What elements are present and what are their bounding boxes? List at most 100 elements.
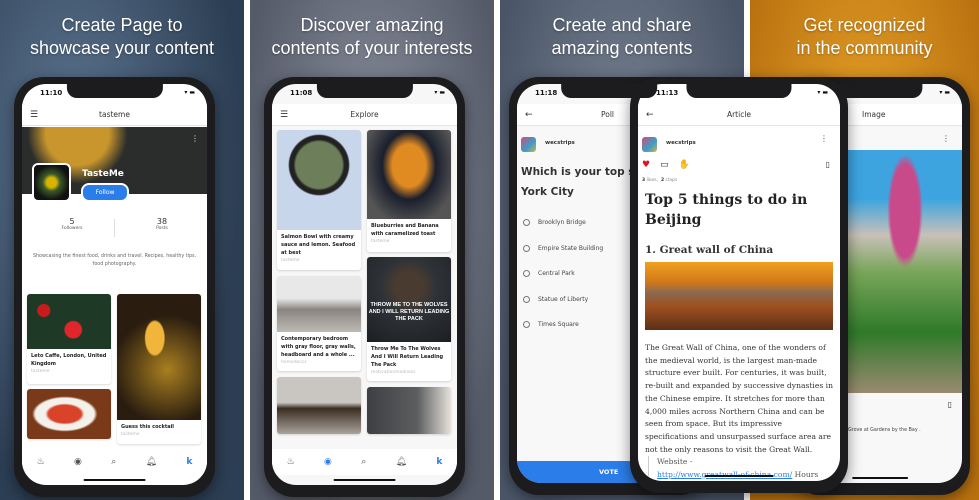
image-caption: Grove at Gardens by the Bay .	[848, 428, 921, 433]
page-title: Poll	[601, 110, 615, 119]
post-card[interactable]	[367, 387, 451, 434]
post-card[interactable]	[277, 377, 361, 434]
home-indicator	[852, 477, 908, 479]
article-subheading: 1. Great wall of China	[645, 244, 774, 256]
option-label: Empire State Building	[538, 244, 604, 252]
website-block: Website - http://www.greatwall-of-china.…	[648, 456, 834, 481]
explore-screen: 11:08 ▾ ▬ ☰ Explore Salmon Bowl with cre…	[272, 84, 457, 485]
bookmark-icon[interactable]: ▯	[948, 400, 952, 409]
post-image	[277, 130, 361, 230]
page-title: Image	[862, 110, 886, 119]
article-image	[645, 262, 833, 330]
kebab-menu-icon[interactable]: ⋮	[820, 134, 828, 143]
kebab-menu-icon[interactable]: ⋮	[191, 134, 199, 143]
article-screen: 11:13 ▾ ▬ ← Article ⋮ wecstrips ♥ ▭ ✋ ▯ …	[638, 84, 840, 481]
website-link[interactable]: http://www.greatwall-of-china.com/	[657, 470, 792, 479]
post-image	[27, 389, 111, 439]
poll-options: Brooklyn Bridge Empire State Building Ce…	[523, 210, 603, 338]
bell-icon[interactable]: 🔔︎	[146, 457, 157, 467]
wifi-battery-icon: ▾ ▬	[817, 89, 828, 96]
radio-button[interactable]	[523, 295, 530, 303]
post-author: tasteme	[281, 258, 300, 263]
author-name: wecstrips	[666, 140, 696, 146]
wifi-battery-icon: ▾ ▬	[939, 89, 950, 96]
poll-option[interactable]: Brooklyn Bridge	[523, 210, 603, 236]
post-card[interactable]: Contemporary bedroom with gray floor, gr…	[277, 276, 361, 371]
phone-article: 11:13 ▾ ▬ ← Article ⋮ wecstrips ♥ ▭ ✋ ▯ …	[630, 77, 848, 493]
post-card[interactable]: THROW ME TO THE WOLVES AND I WILL RETURN…	[367, 257, 451, 381]
post-image: THROW ME TO THE WOLVES AND I WILL RETURN…	[367, 257, 451, 342]
radio-button[interactable]	[523, 219, 530, 227]
likes-count: 3	[642, 178, 646, 183]
notch	[316, 84, 413, 98]
flame-icon[interactable]: ♨	[37, 457, 45, 467]
comment-icon[interactable]: ▭	[660, 160, 669, 170]
post-author: tasteme	[31, 369, 50, 374]
option-label: Central Park	[538, 270, 575, 278]
vote-label: VOTE	[599, 468, 619, 476]
post-title: Leto Caffe, London, United Kingdom	[31, 353, 107, 367]
radio-button[interactable]	[523, 244, 530, 252]
kebab-menu-icon[interactable]: ⋮	[942, 134, 950, 143]
wifi-battery-icon: ▾ ▬	[434, 89, 445, 96]
avatar	[32, 163, 71, 202]
post-title: Blueburries and Banana with caramelized …	[371, 223, 439, 237]
page-name: TasteMe	[82, 169, 124, 179]
follow-button[interactable]: Follow	[81, 183, 129, 202]
profile-screen: 11:10 ▾ ▬ ☰ tasteme ⋮ TasteMe Follow 5 F…	[22, 84, 207, 485]
posts-count: 38	[156, 217, 168, 226]
search-icon[interactable]: ⌕	[111, 457, 116, 467]
headline-line: Discover amazing	[300, 15, 444, 35]
post-image	[277, 377, 361, 434]
status-time: 11:10	[40, 89, 63, 97]
post-author: motivationmadness	[371, 370, 416, 375]
profile-k-icon[interactable]: k	[186, 457, 192, 467]
menu-icon[interactable]: ☰	[30, 110, 38, 120]
post-title: Throw Me To The Wolves And I Will Return…	[371, 346, 444, 368]
poll-option[interactable]: Empire State Building	[523, 236, 603, 262]
back-arrow-icon[interactable]: ←	[646, 110, 654, 120]
back-arrow-icon[interactable]: ←	[525, 110, 533, 120]
post-card[interactable]: Guess this cocktail tasteme	[117, 294, 201, 444]
author-avatar	[521, 137, 536, 152]
poll-option[interactable]: Central Park	[523, 261, 603, 287]
compass-icon[interactable]: ◉	[74, 457, 82, 467]
menu-icon[interactable]: ☰	[280, 110, 288, 120]
bottom-nav: ♨ ◉ ⌕ 🔔︎ k	[272, 449, 457, 475]
followers-label: Followers	[61, 226, 83, 231]
option-label: Statue of Liberty	[538, 295, 589, 303]
post-card[interactable]: Salmon Bowl with creamy sauce and lemon.…	[277, 130, 361, 270]
followers-count: 5	[69, 217, 75, 226]
status-time: 11:18	[535, 89, 558, 97]
post-image	[117, 294, 201, 420]
post-card[interactable]: Leto Caffe, London, United Kingdom taste…	[27, 294, 111, 384]
article-body: The Great Wall of China, one of the wond…	[645, 343, 833, 454]
option-label: Brooklyn Bridge	[538, 219, 586, 227]
post-card[interactable]: Blueburries and Banana with caramelized …	[367, 130, 451, 252]
post-author: homedecor	[281, 360, 307, 365]
radio-button[interactable]	[523, 270, 530, 278]
poll-option[interactable]: Statue of Liberty	[523, 287, 603, 313]
headline-line: Create Page to	[61, 15, 183, 35]
bookmark-icon[interactable]: ▯	[826, 160, 830, 169]
notch	[837, 84, 923, 98]
status-time: 11:08	[290, 89, 313, 97]
home-indicator	[83, 479, 146, 481]
heart-icon[interactable]: ♥	[642, 160, 650, 170]
poll-option[interactable]: Times Square	[523, 312, 603, 338]
post-card[interactable]	[27, 389, 111, 439]
profile-k-icon[interactable]: k	[436, 457, 442, 467]
website-label: Website -	[657, 457, 693, 466]
search-icon[interactable]: ⌕	[361, 457, 366, 467]
clap-icon[interactable]: ✋	[679, 160, 690, 170]
posts-label: Posts	[156, 226, 168, 231]
flame-icon[interactable]: ♨	[287, 457, 295, 467]
compass-icon[interactable]: ◉	[324, 457, 332, 467]
bell-icon[interactable]: 🔔︎	[396, 457, 407, 467]
radio-button[interactable]	[523, 321, 530, 329]
followers-stat: 5 Followers	[47, 217, 97, 231]
page-title: tasteme	[99, 110, 130, 119]
app-bar: ← Article	[638, 104, 840, 126]
headline: Discover amazing contents of your interes…	[250, 14, 494, 60]
article-heading: Top 5 things to do in Beijing	[645, 192, 808, 228]
